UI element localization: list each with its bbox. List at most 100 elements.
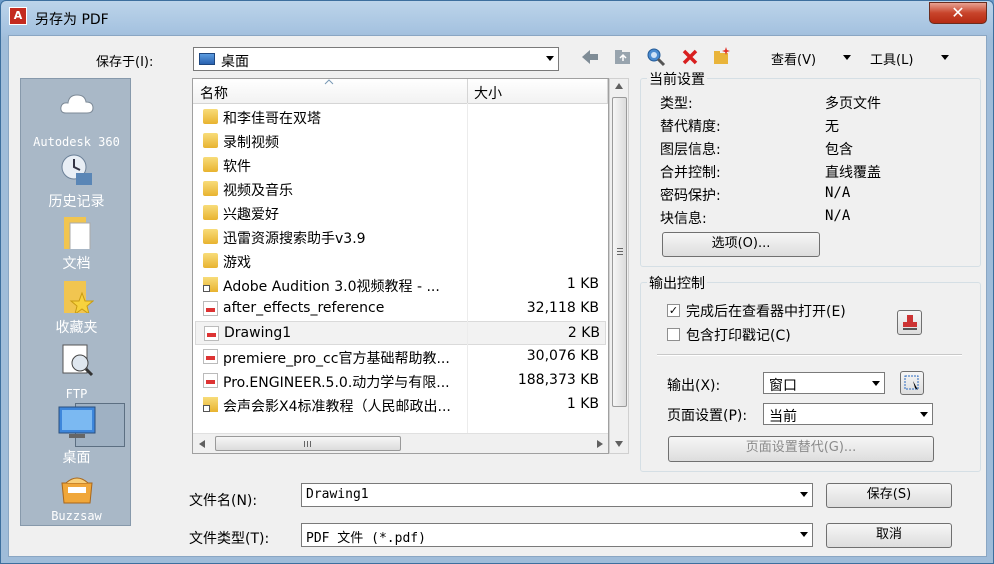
options-button[interactable]: 选项(O)... xyxy=(662,232,820,257)
favorites-icon xyxy=(63,281,94,316)
file-name: 和李佳哥在双塔 xyxy=(223,111,321,127)
setting-key: 图层信息: xyxy=(660,142,721,158)
file-row[interactable]: 视频及音乐 xyxy=(195,177,606,201)
file-row[interactable]: 软件 xyxy=(195,153,606,177)
pdf-file-icon xyxy=(203,301,218,316)
page-setup-combo[interactable]: 当前 xyxy=(763,403,933,425)
filename-combo[interactable]: Drawing1 xyxy=(301,483,813,507)
history-icon xyxy=(61,154,92,185)
place-favorites[interactable]: 收藏夹 xyxy=(21,279,132,337)
place-documents[interactable]: 文档 xyxy=(21,215,132,273)
setting-value: 无 xyxy=(825,119,839,135)
place-history[interactable]: 历史记录 xyxy=(21,153,132,211)
chevron-down-icon[interactable] xyxy=(546,56,554,61)
setting-value: N/A xyxy=(825,185,851,201)
chevron-down-icon[interactable] xyxy=(872,381,880,386)
file-row[interactable]: Adobe Audition 3.0视频教程 - ... 1 KB xyxy=(195,273,606,297)
place-label: 历史记录 xyxy=(48,194,105,210)
setting-value: 包含 xyxy=(825,142,853,158)
pdf-file-icon xyxy=(203,349,218,364)
file-row[interactable]: 和李佳哥在双塔 xyxy=(195,105,606,129)
save-button[interactable]: 保存(S) xyxy=(826,483,952,508)
file-name: 游戏 xyxy=(223,255,251,271)
file-row[interactable]: 游戏 xyxy=(195,249,606,273)
save-as-pdf-dialog: A 另存为 PDF ✕ 保存于(I): 桌面 查看(V) 工具(L) Autod… xyxy=(0,0,994,564)
vertical-scroll-thumb[interactable] xyxy=(612,97,627,407)
column-header-size[interactable]: 大小 xyxy=(474,83,502,103)
save-in-combo[interactable]: 桌面 xyxy=(193,47,559,71)
view-menu[interactable]: 查看(V) xyxy=(771,49,816,68)
scroll-down-icon[interactable] xyxy=(615,441,623,447)
column-header-name[interactable]: 名称 xyxy=(200,83,228,103)
horizontal-scroll-thumb[interactable] xyxy=(215,436,401,451)
file-row[interactable]: premiere_pro_cc官方基础帮助教... 30,076 KB xyxy=(195,345,606,369)
place-autodesk-360[interactable]: Autodesk 360 xyxy=(21,89,132,149)
place-label: Buzzsaw xyxy=(51,509,102,523)
view-dropdown-chevron-icon[interactable] xyxy=(843,55,851,60)
up-folder-icon[interactable] xyxy=(613,47,633,67)
file-row[interactable]: 迅雷资源搜索助手v3.9 xyxy=(195,225,606,249)
chevron-down-icon[interactable] xyxy=(800,492,808,497)
horizontal-scrollbar[interactable] xyxy=(193,433,608,453)
stamp-icon xyxy=(902,315,917,330)
filetype-combo[interactable]: PDF 文件 (*.pdf) xyxy=(301,523,813,547)
include-stamp-checkbox[interactable] xyxy=(667,328,680,341)
shortcut-icon xyxy=(203,277,218,292)
open-in-viewer-label[interactable]: 完成后在查看器中打开(E) xyxy=(686,301,846,321)
tools-menu[interactable]: 工具(L) xyxy=(870,49,913,68)
file-name: after_effects_reference xyxy=(223,300,385,316)
pdf-file-icon xyxy=(203,373,218,388)
place-desktop[interactable]: 桌面 xyxy=(21,401,132,466)
pdf-file-icon xyxy=(204,326,219,341)
scroll-left-icon[interactable] xyxy=(199,440,205,448)
file-row[interactable]: Drawing1 2 KB xyxy=(195,321,606,345)
places-bar: Autodesk 360 历史记录 文档 收藏夹 FTP 桌面 Buzzsaw xyxy=(20,78,131,526)
setting-key: 块信息: xyxy=(660,211,707,227)
tools-dropdown-chevron-icon[interactable] xyxy=(941,55,949,60)
back-arrow-icon[interactable] xyxy=(580,48,600,66)
close-button[interactable]: ✕ xyxy=(929,2,987,24)
output-label: 输出(X): xyxy=(667,378,721,394)
scroll-up-icon[interactable] xyxy=(615,83,623,89)
chevron-down-icon[interactable] xyxy=(920,412,928,417)
scroll-right-icon[interactable] xyxy=(597,440,603,448)
setting-key: 密码保护: xyxy=(660,188,721,204)
file-size: 30,076 KB xyxy=(526,348,599,364)
setting-value: 多页文件 xyxy=(825,96,881,112)
plot-stamp-settings-button[interactable] xyxy=(897,310,922,335)
select-window-button[interactable] xyxy=(900,371,924,395)
file-size: 2 KB xyxy=(567,325,600,341)
delete-icon[interactable] xyxy=(681,48,699,66)
file-name: 视频及音乐 xyxy=(223,183,293,199)
file-row[interactable]: Pro.ENGINEER.5.0.动力学与有限... 188,373 KB xyxy=(195,369,606,393)
select-window-icon xyxy=(904,375,919,390)
cancel-button[interactable]: 取消 xyxy=(826,523,952,548)
open-in-viewer-checkbox[interactable]: ✓ xyxy=(667,304,680,317)
file-row[interactable]: after_effects_reference 32,118 KB xyxy=(195,297,606,321)
place-ftp[interactable]: FTP xyxy=(21,343,132,401)
output-combo[interactable]: 窗口 xyxy=(763,372,885,394)
file-name: 软件 xyxy=(223,159,251,175)
file-list[interactable]: 名称 大小 和李佳哥在双塔录制视频软件视频及音乐兴趣爱好 迅雷资源搜索助手v3.9… xyxy=(192,78,609,454)
ftp-icon xyxy=(62,344,93,377)
page-setup-override-button[interactable]: 页面设置替代(G)... xyxy=(668,436,934,462)
vertical-scrollbar[interactable] xyxy=(609,78,629,454)
sort-ascending-icon xyxy=(324,79,334,85)
filename-input[interactable]: Drawing1 xyxy=(306,487,369,502)
chevron-down-icon[interactable] xyxy=(800,532,808,537)
file-row[interactable]: 录制视频 xyxy=(195,129,606,153)
place-buzzsaw[interactable]: Buzzsaw xyxy=(21,471,132,523)
file-row[interactable]: 会声会影X4标准教程（人民邮政出... 1 KB xyxy=(195,393,606,417)
file-name: 会声会影X4标准教程（人民邮政出... xyxy=(223,399,451,415)
autocad-app-icon: A xyxy=(9,7,27,25)
place-label: 收藏夹 xyxy=(55,320,98,336)
setting-key: 合并控制: xyxy=(660,165,721,181)
search-web-icon[interactable] xyxy=(646,47,666,67)
file-row[interactable]: 兴趣爱好 xyxy=(195,201,606,225)
page-setup-label: 页面设置(P): xyxy=(667,408,748,424)
new-folder-icon[interactable] xyxy=(712,46,732,66)
folder-icon xyxy=(203,205,218,220)
folder-icon xyxy=(203,109,218,124)
file-list-header: 名称 大小 xyxy=(193,79,608,104)
include-stamp-label[interactable]: 包含打印戳记(C) xyxy=(686,325,791,345)
